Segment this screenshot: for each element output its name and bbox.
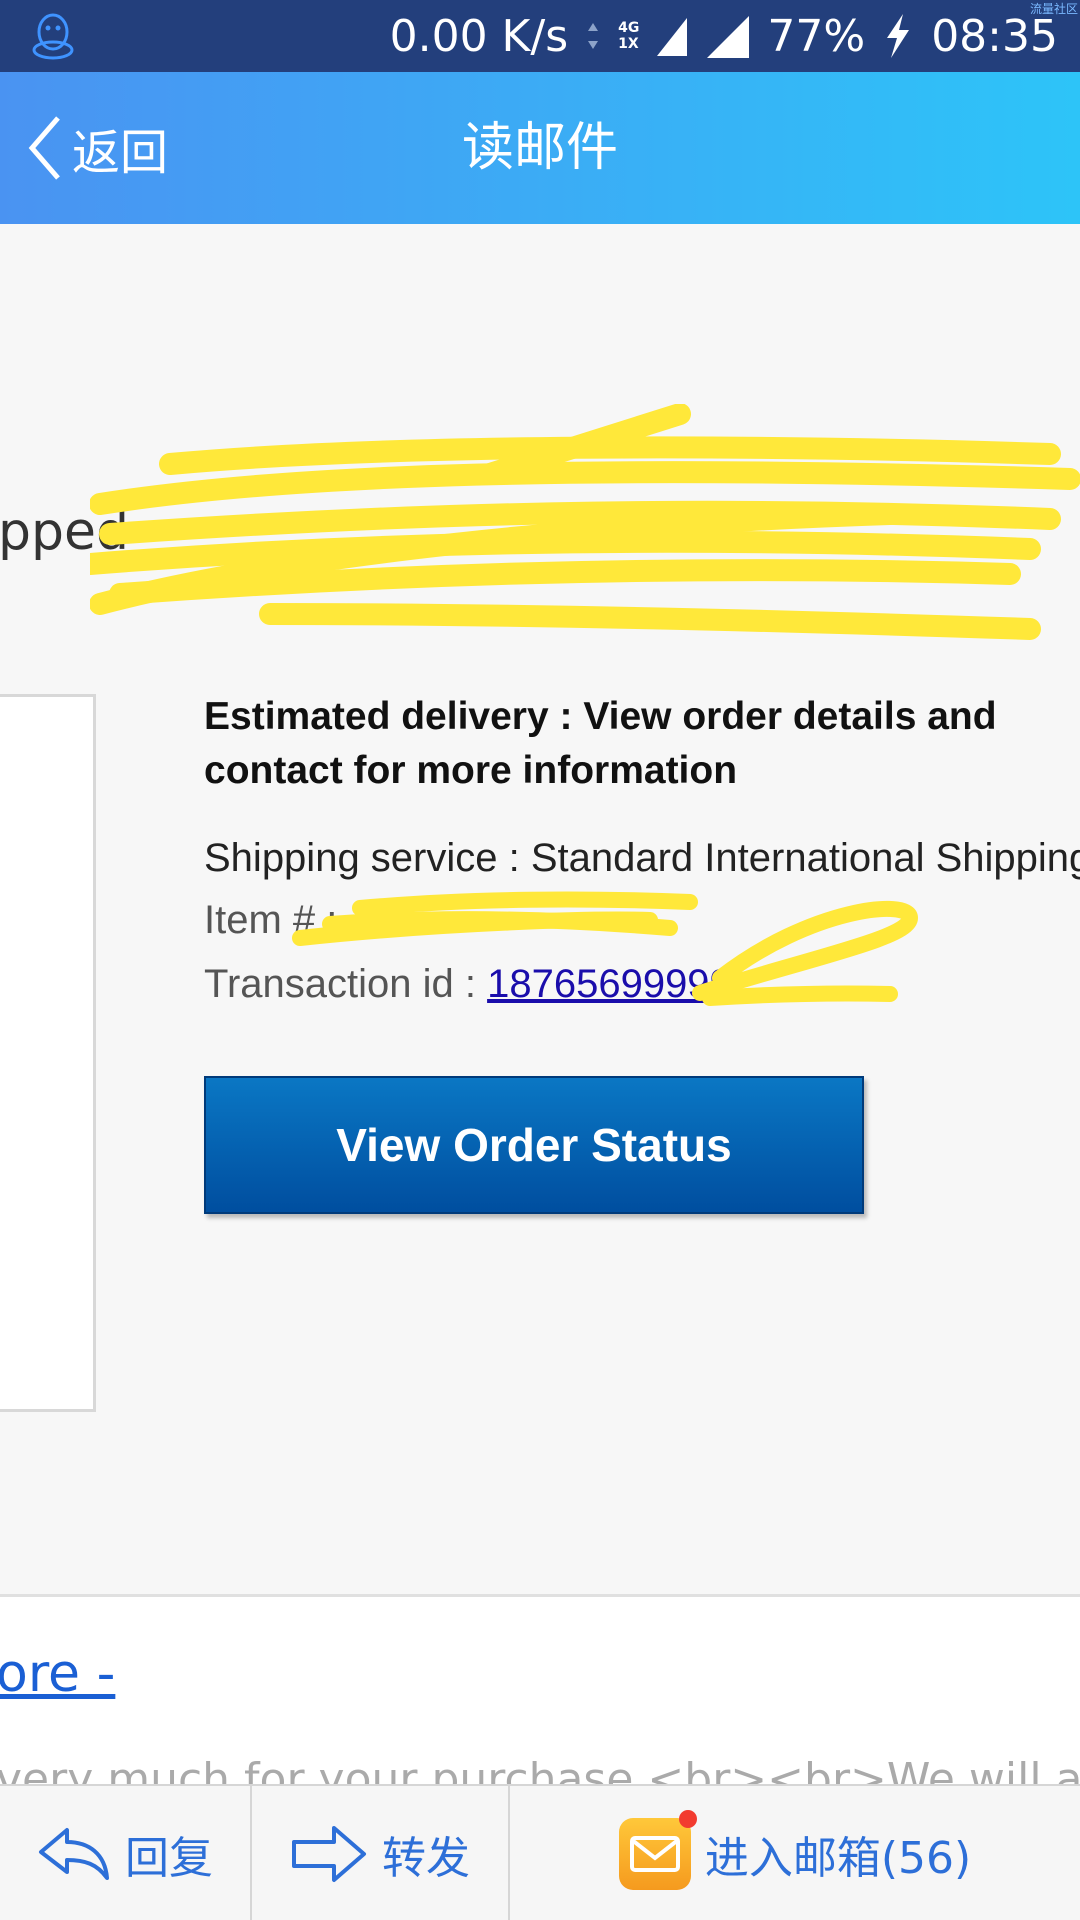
shipped-heading: pped: [0, 502, 130, 562]
transaction-id-link[interactable]: 18765699999: [487, 962, 732, 1006]
unread-dot: [678, 1810, 697, 1828]
status-indicators: 0.00 K/s 4G 1X 77% 08:35: [390, 0, 1058, 72]
shipping-service: Shipping service : Standard Internationa…: [204, 836, 1080, 880]
title-bar: 读邮件 返回: [0, 72, 1080, 224]
data-arrows-icon: [588, 23, 599, 49]
more-link[interactable]: ore -: [0, 1644, 115, 1704]
reply-label: 回复: [125, 1833, 213, 1884]
status-bar: 0.00 K/s 4G 1X 77% 08:35 流量社区: [0, 0, 1080, 72]
battery-percent: 77%: [767, 10, 866, 62]
charging-icon: [887, 14, 910, 58]
net-speed: 0.00 K/s: [389, 10, 569, 62]
forward-button[interactable]: 转发: [252, 1786, 510, 1920]
signal-icon: [707, 16, 750, 58]
mail-reader-screen: 0.00 K/s 4G 1X 77% 08:35 流量社区 读邮件 返回 ppe…: [0, 0, 1080, 1920]
back-button[interactable]: 返回: [24, 112, 168, 184]
watermark: 流量社区: [1029, 2, 1078, 16]
reply-icon: [39, 1828, 109, 1880]
estimated-delivery: Estimated delivery : View order details …: [204, 695, 997, 792]
view-order-status-button[interactable]: View Order Status: [204, 1076, 864, 1214]
forward-icon: [292, 1826, 366, 1882]
enter-inbox-button[interactable]: 进入邮箱(56): [510, 1786, 1080, 1920]
inbox-label: 进入邮箱(56): [704, 1833, 972, 1884]
thanks-text: very much for your purchase <br><br>We w…: [0, 1754, 1080, 1784]
email-body[interactable]: pped Estimated delivery : View order det…: [0, 224, 1080, 1784]
back-label: 返回: [72, 125, 169, 181]
chevron-left-icon: [28, 116, 60, 180]
qq-penguin-icon: [32, 13, 74, 60]
item-number-row: Item # :: [204, 898, 337, 943]
clock: 08:35: [931, 10, 1058, 62]
item-number-label: Item # :: [204, 898, 338, 942]
redaction-scribble: [90, 404, 1080, 640]
mail-icon: [618, 1810, 697, 1890]
forward-label: 转发: [382, 1833, 470, 1884]
network-type: 4G 1X: [618, 20, 640, 52]
reply-button[interactable]: 回复: [0, 1786, 252, 1920]
signal-icon-small: [657, 18, 688, 56]
bottom-toolbar: 回复 转发 进入邮箱(56): [0, 1784, 1080, 1920]
transaction-row: Transaction id : 18765699999: [204, 962, 732, 1007]
transaction-label: Transaction id :: [204, 962, 488, 1006]
product-image-frame: [0, 694, 96, 1412]
